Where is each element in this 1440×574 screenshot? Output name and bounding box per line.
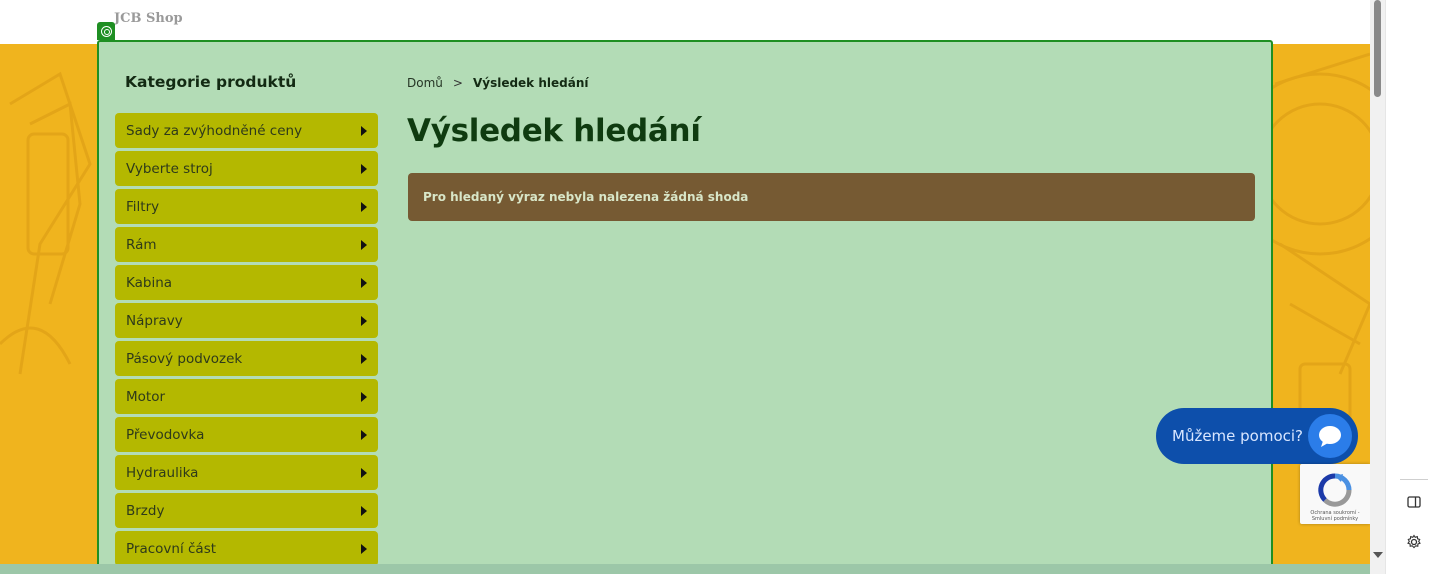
- category-label: Převodovka: [126, 426, 205, 443]
- chat-label: Můžeme pomoci?: [1172, 427, 1304, 445]
- category-item-hydraulika[interactable]: Hydraulika: [115, 455, 378, 490]
- category-label: Kabina: [126, 274, 173, 291]
- speech-bubble-icon: [1308, 414, 1352, 458]
- caret-right-icon: [361, 353, 367, 364]
- recaptcha-footer[interactable]: Ochrana soukromí - Smluvní podmínky: [1302, 510, 1368, 522]
- caret-right-icon: [361, 467, 367, 478]
- page-title: Výsledek hledání: [407, 113, 701, 149]
- category-item-pasovy-podvozek[interactable]: Pásový podvozek: [115, 341, 378, 376]
- bottom-strip: [0, 564, 1370, 574]
- category-label: Rám: [126, 236, 157, 253]
- sidebar-title: Kategorie produktů: [125, 73, 297, 91]
- top-bar: JCB Shop: [0, 0, 1370, 44]
- browser-side-panel: [1385, 0, 1440, 574]
- sidebar-toggle-icon[interactable]: [1406, 494, 1422, 510]
- page-scrollbar[interactable]: [1370, 0, 1385, 574]
- breadcrumb-separator: >: [452, 76, 463, 90]
- caret-right-icon: [361, 277, 367, 288]
- panel-divider: [1400, 479, 1428, 480]
- category-item-prevodovka[interactable]: Převodovka: [115, 417, 378, 452]
- category-item-brzdy[interactable]: Brzdy: [115, 493, 378, 528]
- category-item-sady[interactable]: Sady za zvýhodněné ceny: [115, 113, 378, 148]
- caret-right-icon: [361, 125, 367, 136]
- category-label: Pásový podvozek: [126, 350, 243, 367]
- caret-right-icon: [361, 315, 367, 326]
- category-label: Hydraulika: [126, 464, 199, 481]
- category-list: Sady za zvýhodněné ceny Vyberte stroj Fi…: [115, 113, 378, 569]
- category-label: Sady za zvýhodněné ceny: [126, 122, 303, 139]
- category-label: Filtry: [126, 198, 160, 215]
- category-item-pracovni-cast[interactable]: Pracovní část: [115, 531, 378, 566]
- category-label: Vyberte stroj: [126, 160, 213, 177]
- category-item-motor[interactable]: Motor: [115, 379, 378, 414]
- category-item-napravy[interactable]: Nápravy: [115, 303, 378, 338]
- caret-right-icon: [361, 239, 367, 250]
- category-label: Motor: [126, 388, 166, 405]
- breadcrumb: Domů > Výsledek hledání: [407, 76, 588, 90]
- target-icon: [100, 25, 112, 37]
- breadcrumb-home-link[interactable]: Domů: [407, 76, 443, 90]
- notice-text: Pro hledaný výraz nebyla nalezena žádná …: [423, 190, 749, 204]
- scrollbar-thumb[interactable]: [1374, 0, 1381, 97]
- caret-right-icon: [361, 543, 367, 554]
- shop-title[interactable]: JCB Shop: [114, 11, 183, 26]
- category-item-kabina[interactable]: Kabina: [115, 265, 378, 300]
- caret-right-icon: [361, 429, 367, 440]
- category-item-vyberte-stroj[interactable]: Vyberte stroj: [115, 151, 378, 186]
- caret-right-icon: [361, 391, 367, 402]
- category-label: Brzdy: [126, 502, 165, 519]
- category-item-ram[interactable]: Rám: [115, 227, 378, 262]
- chat-widget-button[interactable]: Můžeme pomoci?: [1156, 408, 1358, 464]
- overlay-marker: [97, 22, 115, 40]
- caret-right-icon: [361, 201, 367, 212]
- breadcrumb-current: Výsledek hledání: [472, 76, 589, 90]
- no-results-notice: Pro hledaný výraz nebyla nalezena žádná …: [408, 173, 1255, 221]
- recaptcha-badge[interactable]: Ochrana soukromí - Smluvní podmínky: [1300, 464, 1370, 524]
- scroll-down-arrow-icon[interactable]: [1373, 552, 1383, 558]
- caret-right-icon: [361, 505, 367, 516]
- recaptcha-icon: [1318, 473, 1352, 507]
- category-item-filtry[interactable]: Filtry: [115, 189, 378, 224]
- category-label: Nápravy: [126, 312, 183, 329]
- gear-icon[interactable]: [1406, 534, 1422, 550]
- category-label: Pracovní část: [126, 540, 217, 557]
- caret-right-icon: [361, 163, 367, 174]
